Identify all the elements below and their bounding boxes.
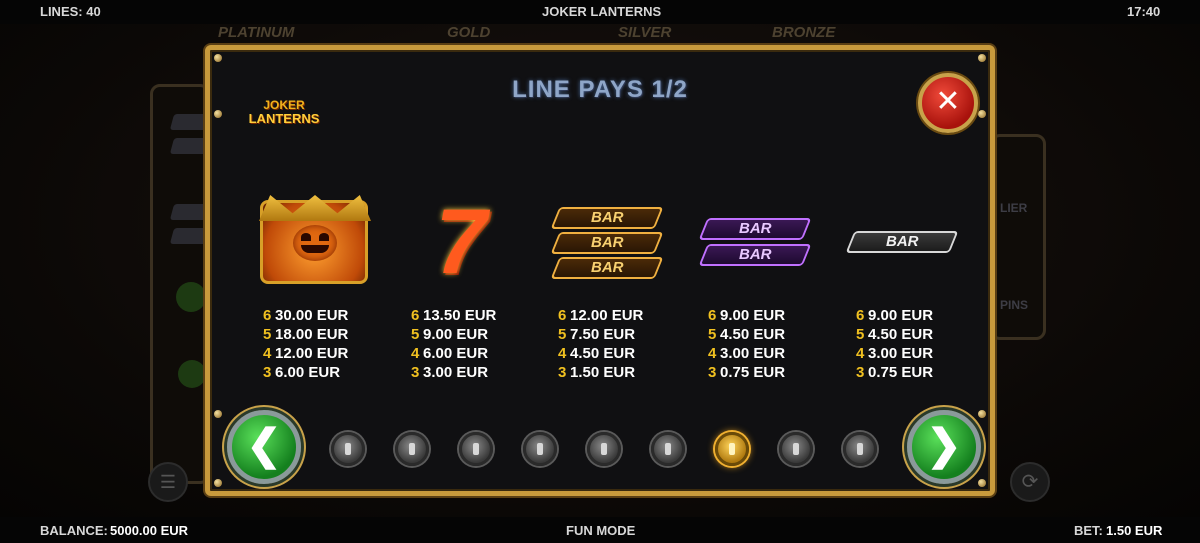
page-dot-3[interactable] <box>459 432 493 466</box>
rivet-icon <box>978 410 986 418</box>
rivet-icon <box>214 479 222 487</box>
autoplay-icon[interactable]: ⟳ <box>1010 462 1050 502</box>
pays-joker: 6 30.00 EUR 5 18.00 EUR 4 12.00 EUR 3 6.00 E… <box>263 306 393 382</box>
pay-row: 5 4.50 EUR <box>856 326 934 343</box>
rivet-icon <box>214 110 222 118</box>
logo-line-1: JOKER <box>263 98 305 112</box>
page-dot-8[interactable] <box>779 432 813 466</box>
page-dot-7[interactable] <box>715 432 749 466</box>
rivet-icon <box>214 54 222 62</box>
page-dot-9[interactable] <box>843 432 877 466</box>
page-dot-4[interactable] <box>523 432 557 466</box>
paytable-panel: LINE PAYS 1/2 JOKER LANTERNS ✕ 7 BAR BAR… <box>205 45 995 496</box>
next-page-button[interactable]: ❯ <box>907 410 981 484</box>
pay-row: 5 7.50 EUR <box>558 326 636 343</box>
close-icon: ✕ <box>935 85 961 118</box>
balance-label: BALANCE: <box>40 523 108 538</box>
pay-row: 3 0.75 EUR <box>708 364 786 381</box>
grapes-icon <box>176 282 206 312</box>
rivet-icon <box>978 54 986 62</box>
gold-bar-icon: BAR <box>550 257 664 279</box>
bet-label: BET: <box>1074 523 1103 538</box>
pays-double-bar: 6 9.00 EUR 5 4.50 EUR 4 3.00 EUR 3 0.75 EUR <box>708 306 838 382</box>
pay-row: 6 30.00 EUR <box>263 307 349 324</box>
bg-label-lier: LIER <box>1000 201 1028 215</box>
pay-row: 3 6.00 EUR <box>263 364 341 381</box>
game-title: JOKER LANTERNS <box>542 4 662 19</box>
bet-value: 1.50 EUR <box>1106 523 1163 538</box>
mode-indicator: FUN MODE <box>566 523 636 538</box>
pay-row: 6 9.00 EUR <box>708 307 786 324</box>
pay-row: 4 3.00 EUR <box>708 345 786 362</box>
pay-row: 4 3.00 EUR <box>856 345 934 362</box>
top-bar: LINES: 40 JOKER LANTERNS 17:40 <box>0 0 1200 24</box>
menu-icon[interactable]: ☰ <box>148 462 188 502</box>
silver-bar-icon: BAR <box>845 231 959 253</box>
pay-row: 6 12.00 EUR <box>558 307 644 324</box>
purple-bar-icon: BAR <box>698 218 812 240</box>
bg-label-pins: PINS <box>1000 298 1029 312</box>
balance-value: 5000.00 EUR <box>110 523 189 538</box>
pumpkin-face <box>293 225 337 261</box>
bg-tab-platinum: PLATINUM <box>218 24 295 41</box>
clock: 17:40 <box>1127 4 1161 19</box>
pay-row: 5 18.00 EUR <box>263 326 349 343</box>
pay-row: 4 12.00 EUR <box>263 345 349 362</box>
bg-tab-bronze: BRONZE <box>772 24 836 41</box>
logo-line-2: LANTERNS <box>248 111 320 126</box>
paytable-title: LINE PAYS 1/2 <box>512 76 688 103</box>
pay-row: 5 4.50 EUR <box>708 326 786 343</box>
page-dot-5[interactable] <box>587 432 621 466</box>
rivet-icon <box>214 410 222 418</box>
game-logo: JOKER LANTERNS <box>248 98 320 132</box>
bg-tab-silver: SILVER <box>618 24 672 41</box>
arrow-right-icon: ❯ <box>926 421 962 468</box>
pay-row: 3 1.50 EUR <box>558 364 636 381</box>
grapes-icon <box>178 360 206 388</box>
pay-row: 3 0.75 EUR <box>856 364 934 381</box>
pay-row: 5 9.00 EUR <box>411 326 489 343</box>
gold-bar-icon: BAR <box>550 232 664 254</box>
bg-tab-gold: GOLD <box>447 24 491 41</box>
pays-seven: 6 13.50 EUR 5 9.00 EUR 4 6.00 EUR 3 3.00 EUR <box>411 306 541 382</box>
pays-single-bar: 6 9.00 EUR 5 4.50 EUR 4 3.00 EUR 3 0.75 EUR <box>856 306 986 382</box>
close-button[interactable]: ✕ <box>918 73 978 133</box>
rivet-icon <box>978 479 986 487</box>
pays-triple-bar: 6 12.00 EUR 5 7.50 EUR 4 4.50 EUR 3 1.50 EUR <box>558 306 688 382</box>
rivet-icon <box>978 110 986 118</box>
joker-pumpkin-icon <box>259 195 371 284</box>
seven-icon: 7 <box>435 191 487 293</box>
jester-hat <box>259 195 371 221</box>
pay-row: 6 9.00 EUR <box>856 307 934 324</box>
pay-row: 4 4.50 EUR <box>558 345 636 362</box>
lines-indicator: LINES: 40 <box>40 4 101 19</box>
pay-row: 4 6.00 EUR <box>411 345 489 362</box>
purple-bar-icon: BAR <box>698 244 812 266</box>
bottom-bar: BALANCE: 5000.00 EUR FUN MODE BET: 1.50 … <box>0 517 1200 543</box>
page-dot-2[interactable] <box>395 432 429 466</box>
page-dot-6[interactable] <box>651 432 685 466</box>
page-dot-1[interactable] <box>331 432 365 466</box>
pay-row: 6 13.50 EUR <box>411 307 497 324</box>
arrow-left-icon: ❮ <box>246 421 282 468</box>
gold-bar-icon: BAR <box>550 207 664 229</box>
prev-page-button[interactable]: ❮ <box>227 410 301 484</box>
pay-row: 3 3.00 EUR <box>411 364 489 381</box>
